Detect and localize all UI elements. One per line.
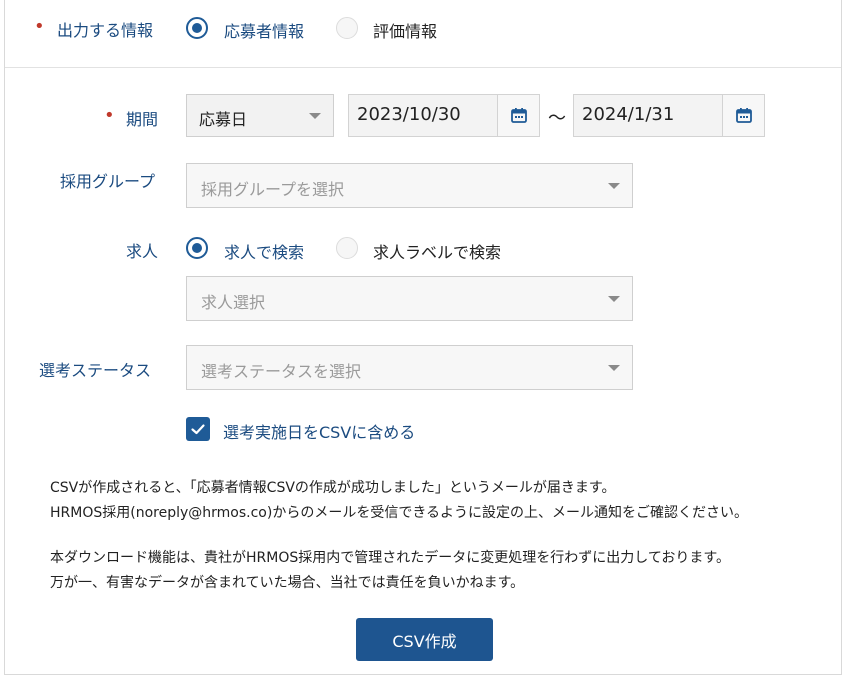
radio-search-by-job-label[interactable]	[336, 237, 358, 259]
chevron-down-icon	[608, 365, 620, 371]
radio-evaluation-info[interactable]	[336, 17, 358, 39]
radio-evaluation-info-label[interactable]: 評価情報	[373, 18, 437, 42]
section-divider	[5, 67, 841, 68]
group-select[interactable]: 採用グループを選択	[186, 163, 633, 208]
period-type-value: 応募日	[199, 110, 248, 129]
end-date-input[interactable]: 2024/1/31	[573, 94, 723, 137]
period-type-select[interactable]: 応募日	[186, 94, 334, 137]
calendar-icon	[736, 108, 752, 123]
radio-search-by-job[interactable]	[186, 237, 208, 259]
chevron-down-icon	[309, 113, 321, 119]
required-marker: •	[34, 16, 45, 37]
date-range-separator: 〜	[548, 108, 566, 129]
start-date-value: 2023/10/30	[357, 104, 461, 125]
job-label: 求人	[126, 242, 159, 261]
period-label: 期間	[126, 110, 159, 129]
job-select-placeholder: 求人選択	[201, 293, 266, 312]
include-date-checkbox[interactable]	[186, 417, 210, 441]
chevron-down-icon	[608, 183, 620, 189]
group-label: 採用グループ	[60, 172, 156, 191]
status-label: 選考ステータス	[39, 361, 152, 380]
required-marker: •	[104, 105, 115, 126]
calendar-icon	[511, 108, 527, 123]
radio-applicant-info[interactable]	[186, 17, 208, 39]
end-date-calendar-button[interactable]	[722, 94, 765, 137]
info-label: 出力する情報	[57, 21, 154, 40]
start-date-input[interactable]: 2023/10/30	[348, 94, 498, 137]
status-select-placeholder: 選考ステータスを選択	[201, 362, 362, 381]
create-csv-button[interactable]: CSV作成	[356, 618, 493, 661]
note-line: 万が一、有害なデータが含まれていた場合、当社では責任を負いかねます。	[50, 575, 525, 591]
radio-search-by-job-label[interactable]: 求人で検索	[224, 239, 304, 263]
note-line: HRMOS採用(noreply@hrmos.co)からのメールを受信できるように…	[50, 505, 749, 521]
group-select-placeholder: 採用グループを選択	[201, 180, 345, 199]
start-date-calendar-button[interactable]	[497, 94, 540, 137]
note-line: 本ダウンロード機能は、貴社がHRMOS採用内で管理されたデータに変更処理を行わず…	[50, 550, 730, 566]
radio-applicant-info-label[interactable]: 応募者情報	[224, 18, 304, 42]
status-select[interactable]: 選考ステータスを選択	[186, 345, 633, 390]
chevron-down-icon	[608, 296, 620, 302]
checkmark-icon	[191, 424, 205, 435]
radio-search-by-label-label[interactable]: 求人ラベルで検索	[373, 239, 501, 263]
include-date-label[interactable]: 選考実施日をCSVに含める	[223, 419, 415, 443]
note-line: CSVが作成されると、「応募者情報CSVの作成が成功しました」というメールが届き…	[50, 480, 616, 496]
job-select[interactable]: 求人選択	[186, 276, 633, 321]
end-date-value: 2024/1/31	[582, 104, 675, 125]
